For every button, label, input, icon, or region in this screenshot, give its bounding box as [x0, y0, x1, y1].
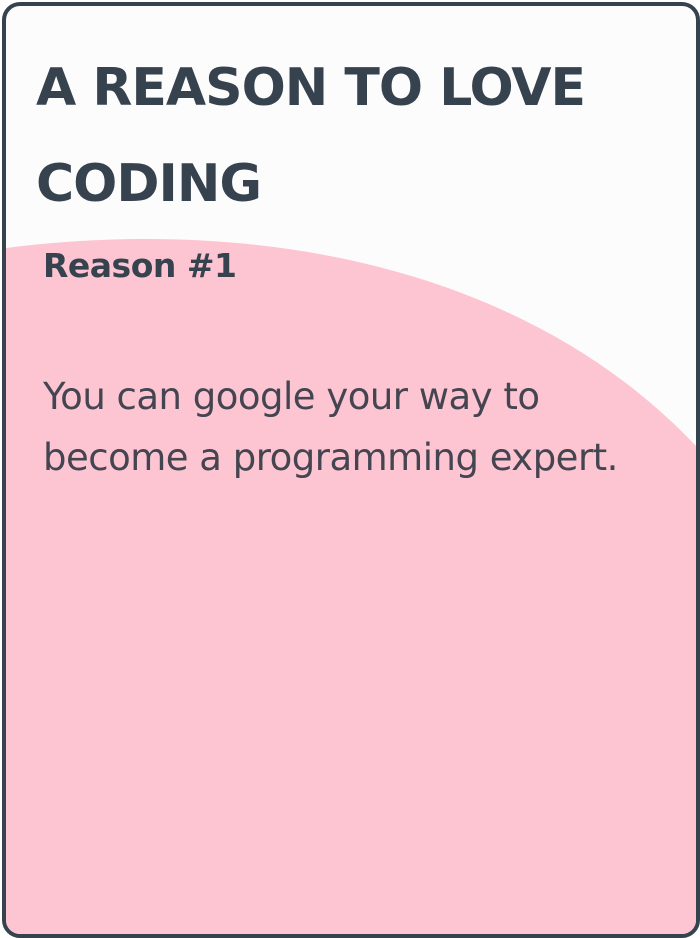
reason-card: A REASON TO LOVE CODING Reason #1 You ca… [2, 2, 700, 938]
reason-number: Reason #1 [43, 246, 237, 285]
card-title: A REASON TO LOVE CODING [36, 58, 586, 214]
reason-text: You can google your way to become a prog… [43, 375, 618, 479]
